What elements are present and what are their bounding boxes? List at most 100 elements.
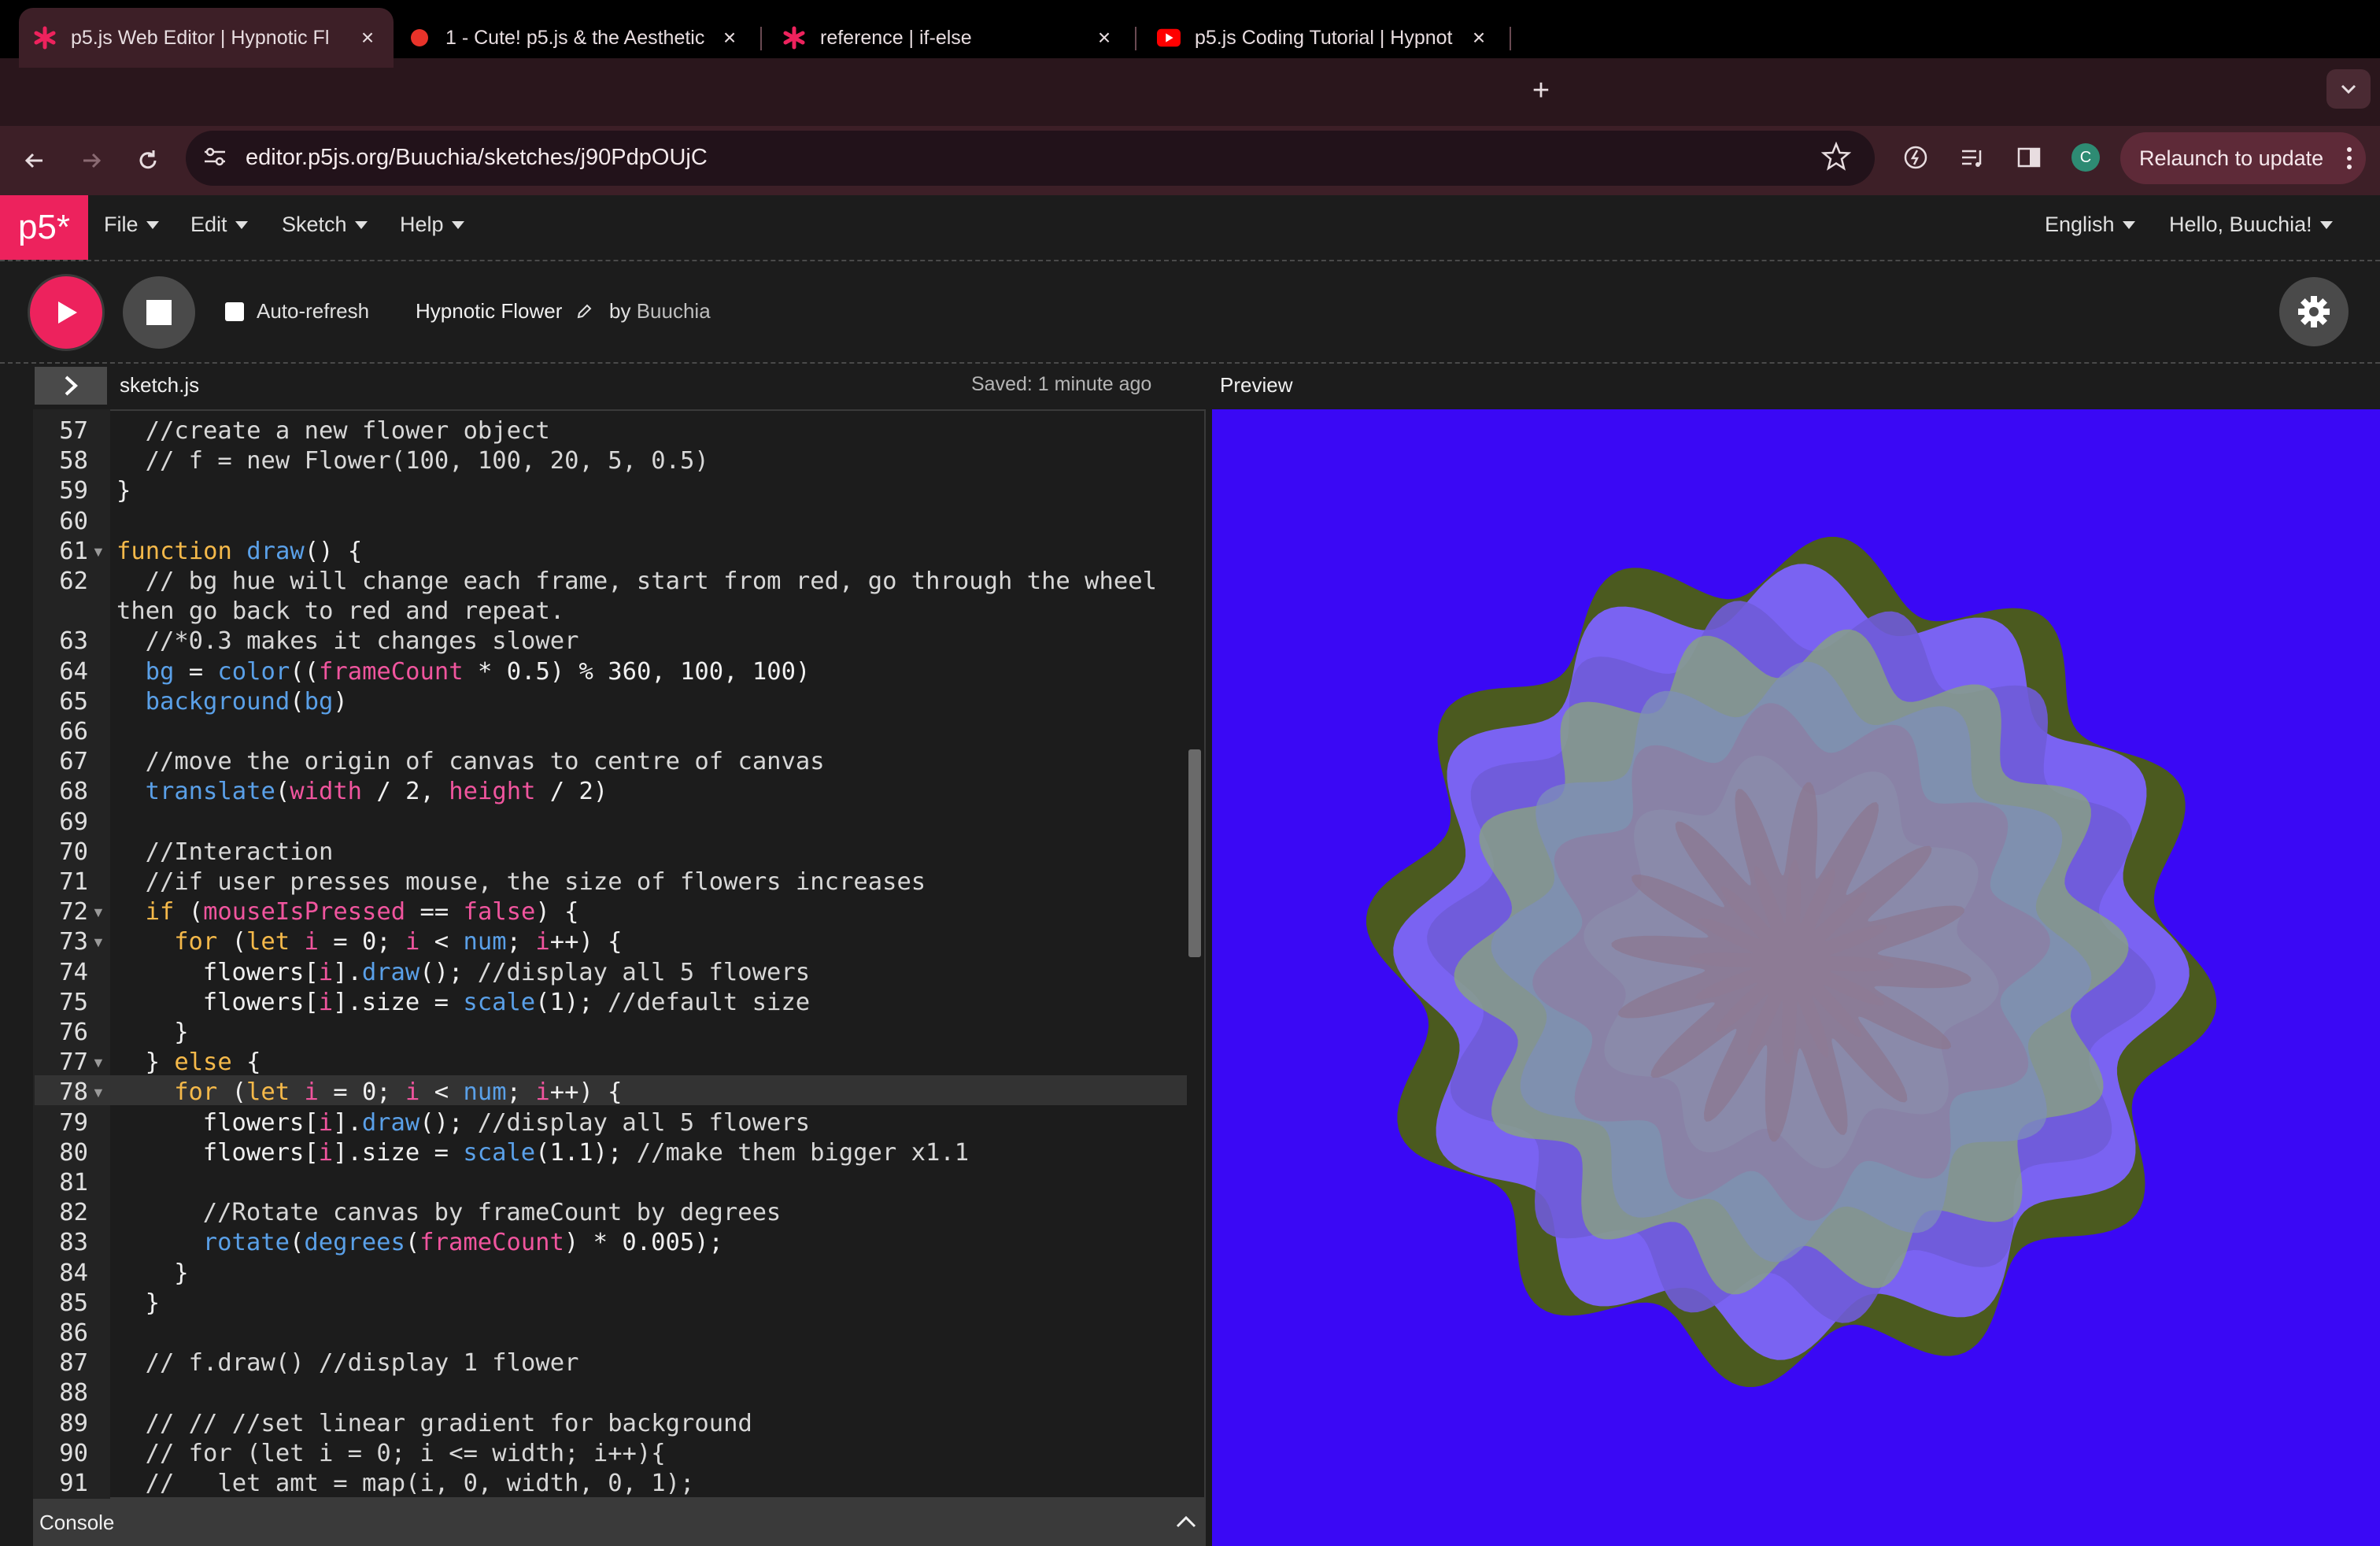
- account-menu[interactable]: Hello, Buuchia!: [2169, 213, 2333, 237]
- menu-edit[interactable]: Edit: [190, 213, 248, 237]
- bookmark-star-icon[interactable]: [1820, 141, 1852, 176]
- menu-label: Sketch: [282, 213, 347, 236]
- line-number: 81: [59, 1169, 88, 1196]
- tab-separator: [1135, 27, 1136, 50]
- play-button[interactable]: [30, 276, 102, 349]
- fold-arrow-icon[interactable]: ▼: [91, 934, 105, 951]
- code-line: background(bg): [145, 687, 348, 716]
- line-number: 76: [59, 1019, 88, 1046]
- sidebar-toggle-button[interactable]: [35, 367, 107, 405]
- chevron-down-icon: [2341, 84, 2356, 94]
- editor-scrollbar[interactable]: [1188, 749, 1201, 957]
- side-panel-icon[interactable]: [2013, 142, 2045, 173]
- line-number: 67: [59, 748, 88, 776]
- preview-label: Preview: [1220, 373, 1293, 397]
- code-line: //create a new flower object: [145, 417, 550, 445]
- close-tab-icon[interactable]: ×: [1092, 25, 1116, 50]
- code-line: } else {: [145, 1049, 261, 1077]
- tab-cute-p5js[interactable]: 1 - Cute! p5.js & the Aesthetic ×: [394, 8, 756, 68]
- tab-p5-editor[interactable]: p5.js Web Editor | Hypnotic Fl ×: [19, 8, 394, 68]
- console-label: Console: [39, 1510, 115, 1534]
- close-tab-icon[interactable]: ×: [718, 25, 741, 50]
- reload-button[interactable]: [126, 139, 170, 183]
- forward-button[interactable]: [69, 139, 113, 183]
- settings-button[interactable]: [2279, 277, 2349, 346]
- line-number: 91: [59, 1470, 88, 1497]
- code-line: }: [145, 1289, 160, 1317]
- profile-avatar[interactable]: C: [2071, 143, 2100, 172]
- menu-label: Edit: [190, 213, 227, 236]
- code-line: flowers[i].size = scale(1.1); //make the…: [202, 1138, 970, 1167]
- fold-arrow-icon[interactable]: ▼: [91, 1085, 105, 1101]
- code-line: }: [174, 1019, 189, 1046]
- code-line: // f.draw() //display 1 flower: [145, 1349, 579, 1378]
- tab-search-button[interactable]: [2326, 69, 2371, 109]
- code-line: //move the origin of canvas to centre of…: [145, 748, 825, 776]
- code-line: //*0.3 makes it changes slower: [145, 627, 579, 656]
- line-number: 69: [59, 808, 88, 836]
- p5-logo[interactable]: p5*: [0, 195, 88, 260]
- tab-reference-if-else[interactable]: reference | if-else ×: [768, 8, 1130, 68]
- close-tab-icon[interactable]: ×: [356, 25, 379, 50]
- language-menu[interactable]: English: [2045, 213, 2135, 237]
- flower-artwork: [1366, 537, 2216, 1387]
- line-number: 63: [59, 627, 88, 656]
- line-number: 61: [59, 537, 88, 565]
- stop-button[interactable]: [123, 276, 195, 349]
- caret-down-icon: [2319, 220, 2333, 229]
- tab-youtube-tutorial[interactable]: p5.js Coding Tutorial | Hypnot ×: [1143, 8, 1505, 68]
- line-number: 90: [59, 1439, 88, 1467]
- relaunch-label: Relaunch to update: [2139, 146, 2324, 170]
- menu-sketch[interactable]: Sketch: [282, 213, 368, 237]
- more-vert-icon: [2347, 147, 2352, 169]
- console-expand-button[interactable]: [1174, 1510, 1198, 1533]
- fold-arrow-icon[interactable]: ▼: [91, 544, 105, 560]
- chevron-right-icon: [65, 375, 78, 396]
- code-line: then go back to red and repeat.: [116, 597, 565, 626]
- relaunch-button[interactable]: Relaunch to update: [2120, 132, 2366, 184]
- new-tab-button[interactable]: +: [1525, 71, 1557, 110]
- line-number: 58: [59, 447, 88, 475]
- p5-asterisk-icon: [33, 26, 57, 50]
- chevron-up-icon: [1176, 1515, 1196, 1528]
- menu-help[interactable]: Help: [400, 213, 464, 237]
- code-line: // f = new Flower(100, 100, 20, 5, 0.5): [145, 447, 709, 475]
- language-label: English: [2045, 213, 2115, 236]
- line-number: 71: [59, 868, 88, 896]
- auto-refresh-label: Auto-refresh: [257, 299, 370, 323]
- code-line: if (mouseIsPressed == false) {: [145, 898, 579, 926]
- owner-link[interactable]: Buuchia: [637, 299, 711, 323]
- line-number: 57: [59, 417, 88, 445]
- back-button[interactable]: [13, 139, 57, 183]
- code-line: //Rotate canvas by frameCount by degrees: [202, 1199, 782, 1227]
- menu-label: Help: [400, 213, 444, 236]
- gear-icon: [2298, 296, 2330, 327]
- fold-arrow-icon[interactable]: ▼: [91, 1055, 105, 1071]
- site-settings-icon[interactable]: [201, 143, 228, 174]
- auto-refresh-checkbox[interactable]: [225, 302, 244, 321]
- file-name: sketch.js: [120, 373, 200, 397]
- code-line: // for (let i = 0; i <= width; i++){: [145, 1439, 666, 1467]
- fold-arrow-icon[interactable]: ▼: [91, 904, 105, 921]
- tab-separator: [760, 27, 762, 50]
- caret-down-icon: [2122, 220, 2135, 229]
- sketch-name[interactable]: Hypnotic Flower: [416, 299, 592, 324]
- line-number: 87: [59, 1349, 88, 1378]
- line-number: 75: [59, 988, 88, 1016]
- code-line: flowers[i].draw(); //display all 5 flowe…: [202, 1108, 811, 1137]
- p5-asterisk-icon: [782, 26, 806, 50]
- line-number: 64: [59, 657, 88, 686]
- media-controls-icon[interactable]: [1957, 142, 1988, 173]
- close-tab-icon[interactable]: ×: [1467, 25, 1491, 50]
- line-number: 82: [59, 1199, 88, 1227]
- reload-icon: [139, 150, 157, 169]
- line-number: 85: [59, 1289, 88, 1317]
- console-bar[interactable]: Console: [33, 1499, 1206, 1546]
- menu-file[interactable]: File: [104, 213, 159, 237]
- sketch-preview-canvas[interactable]: [1212, 409, 2380, 1546]
- tab-label: reference | if-else: [820, 26, 972, 49]
- arrow-left-icon: [24, 153, 42, 168]
- pencil-icon: [577, 304, 592, 319]
- line-number: 68: [59, 778, 88, 806]
- performance-icon[interactable]: [1900, 142, 1931, 173]
